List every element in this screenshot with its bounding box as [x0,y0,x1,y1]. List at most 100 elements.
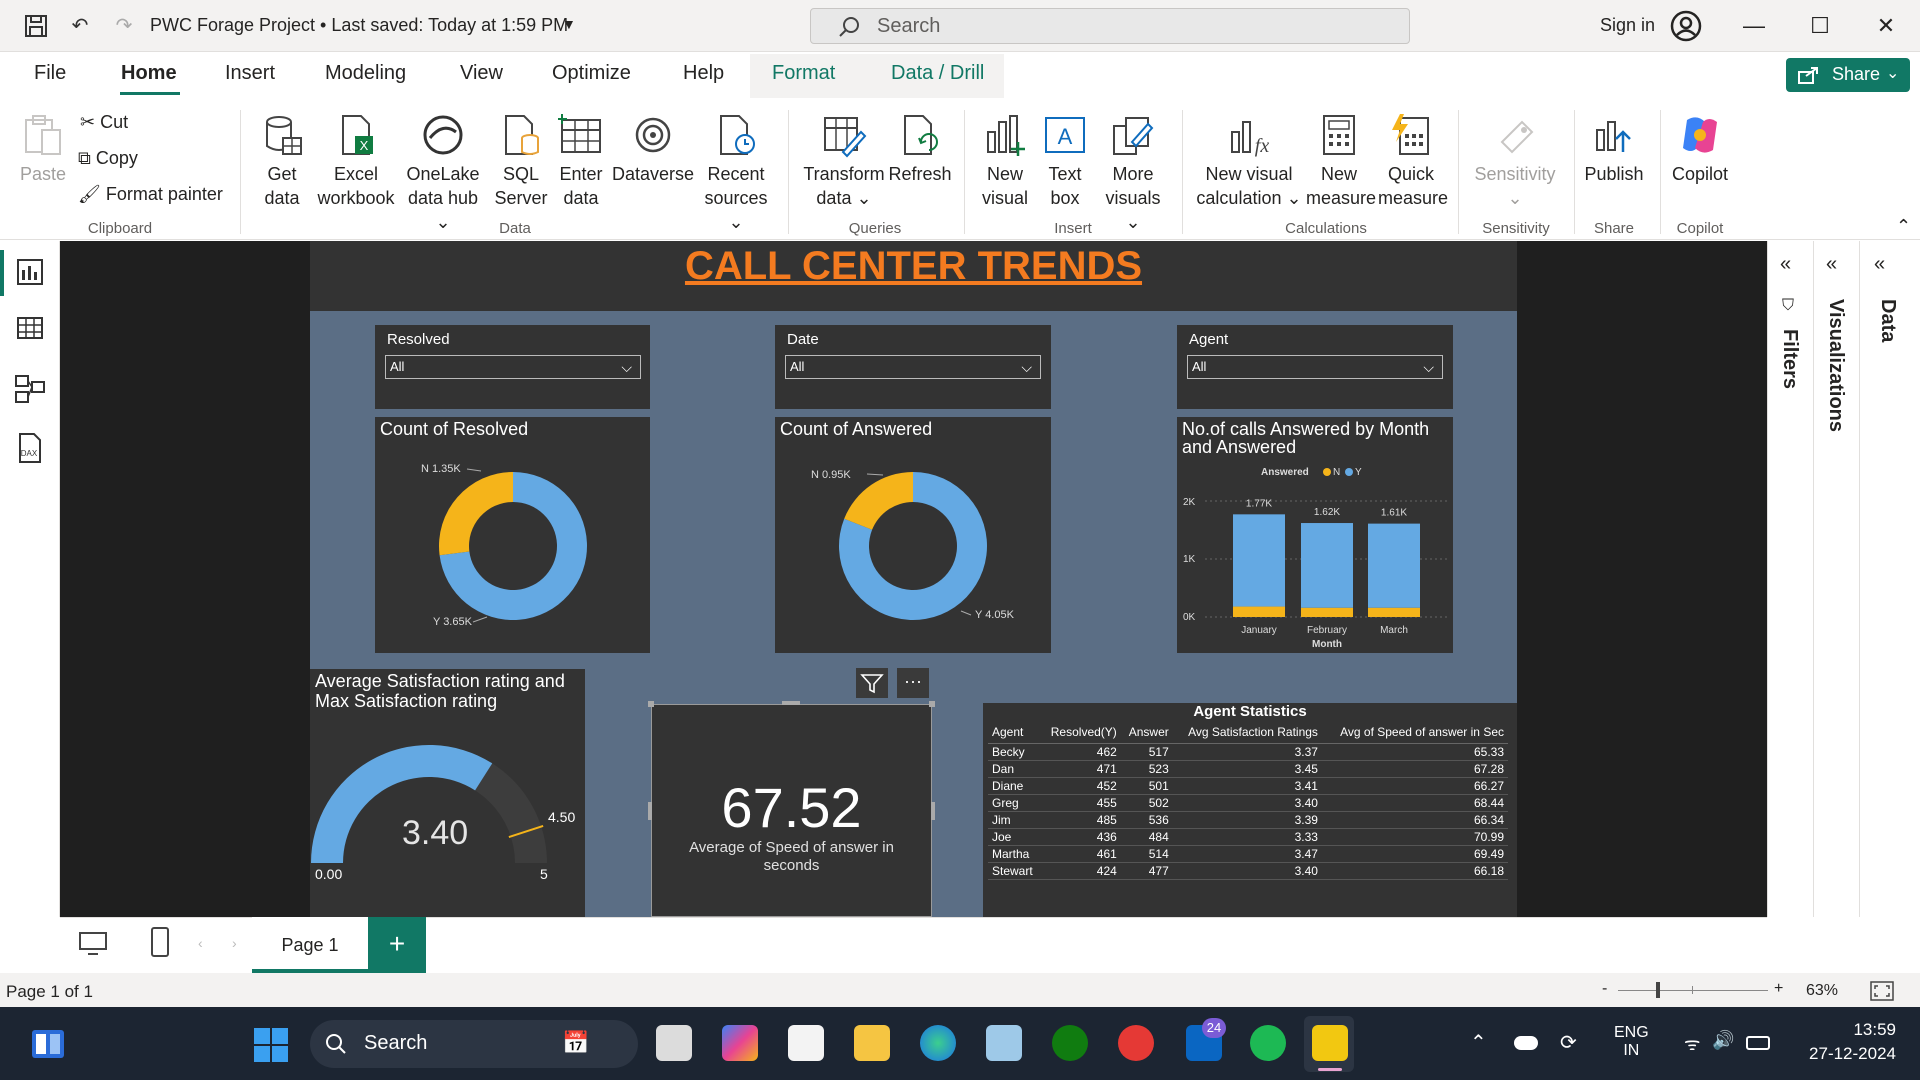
close-button[interactable]: ✕ [1866,10,1906,42]
report-view-icon[interactable] [14,256,46,288]
title-dropdown-icon[interactable]: ▼ [562,16,576,32]
volume-icon[interactable]: 🔊 [1712,1030,1734,1051]
menu-modeling[interactable]: Modeling [325,62,406,85]
task-view-icon[interactable] [656,1025,692,1061]
resize-handle[interactable] [931,802,935,820]
menu-format[interactable]: Format [772,62,835,85]
excel-workbook-button[interactable]: X Excel workbook [316,112,396,210]
zoom-out-button[interactable]: - [1602,980,1607,998]
slicer-dropdown[interactable]: All ⌵ [1187,355,1443,379]
power-bi-icon[interactable] [1312,1025,1348,1061]
zoom-slider-track[interactable] [1618,990,1768,991]
column-header[interactable]: Answer [1120,721,1173,744]
expand-filters-icon[interactable]: « [1780,253,1791,276]
table-view-icon[interactable] [14,312,46,344]
clock[interactable]: 13:59 27-12-2024 [1796,1020,1896,1064]
resize-handle[interactable] [929,701,935,707]
menu-file[interactable]: File [34,62,66,85]
next-page-icon[interactable]: › [232,935,237,951]
cut-button[interactable]: ✂ Cut [80,112,128,133]
zoom-level[interactable]: 63% [1806,982,1838,1000]
sign-in-link[interactable]: Sign in [1600,15,1655,36]
sync-icon[interactable]: ⟳ [1560,1030,1577,1055]
stacked-bar-chart[interactable]: No.of calls Answered by Month and Answer… [1177,417,1453,653]
bar-y-january[interactable] [1233,514,1285,607]
table-row[interactable]: Diane 452 501 3.41 66.27 [988,777,1508,795]
onelake-button[interactable]: OneLake data hub ⌄ [400,112,486,234]
table-row[interactable]: Greg 455 502 3.40 68.44 [988,794,1508,812]
agent-statistics-table[interactable]: Agent Statistics Agent Resolved(Y) Answe… [983,703,1517,917]
new-visual-button[interactable]: New visual [978,112,1032,210]
bar-n-march[interactable] [1368,607,1420,617]
transform-data-button[interactable]: Transform data ⌄ [800,112,888,210]
collapse-ribbon-icon[interactable]: ⌃ [1896,216,1911,237]
gauge-card[interactable]: Average Satisfaction rating and Max Sati… [310,669,585,917]
menu-view[interactable]: View [460,62,503,85]
table-row[interactable]: Dan 471 523 3.45 67.28 [988,760,1508,778]
remote-app-icon[interactable] [986,1025,1022,1061]
slicer-resolved[interactable]: Resolved All ⌵ [375,325,650,409]
table-row[interactable]: Jim 485 536 3.39 66.34 [988,811,1508,829]
menu-optimize[interactable]: Optimize [552,62,631,85]
maximize-button[interactable]: ☐ [1800,10,1840,42]
fit-to-page-icon[interactable] [1870,981,1894,1001]
account-icon[interactable] [1670,10,1702,42]
prev-page-icon[interactable]: ‹ [198,935,203,951]
filter-visual-button[interactable] [856,668,888,698]
expand-data-icon[interactable]: « [1874,253,1885,276]
visualizations-pane-collapsed[interactable]: « Visualizations [1813,241,1859,917]
dataverse-button[interactable]: Dataverse [612,112,694,186]
zoom-slider-thumb[interactable] [1656,982,1660,998]
menu-insert[interactable]: Insert [225,62,275,85]
sensitivity-button[interactable]: Sensitivity ⌄ [1470,112,1560,210]
column-header[interactable]: Resolved(Y) [1040,721,1121,744]
donut-chart-answered[interactable]: Count of Answered N 0.95K Y 4.05K [775,417,1051,653]
save-icon[interactable] [22,12,50,40]
taskbar-search[interactable]: Search 📅 [310,1020,638,1068]
resize-handle[interactable] [782,701,800,705]
filters-pane-collapsed[interactable]: « ⛉ Filters [1767,241,1813,917]
mobile-layout-icon[interactable] [150,926,170,958]
menu-home[interactable]: Home [121,62,177,85]
copy-button[interactable]: ⧉ Copy [78,148,138,169]
search-input[interactable]: Search [810,8,1410,44]
new-measure-button[interactable]: New measure [1306,112,1376,210]
quick-measure-button[interactable]: Quick measure [1378,112,1448,210]
model-view-icon[interactable] [14,372,46,404]
undo-icon[interactable]: ↶ [66,12,94,40]
paste-button[interactable]: Paste [18,112,68,186]
resize-handle[interactable] [648,802,652,820]
copilot-app-icon[interactable] [722,1025,758,1061]
table-row[interactable]: Stewart 424 477 3.40 66.18 [988,862,1508,880]
donut-chart-resolved[interactable]: Count of Resolved N 1.35K Y 3.65K [375,417,650,653]
refresh-button[interactable]: Refresh [888,112,952,186]
table-row[interactable]: Joe 436 484 3.33 70.99 [988,828,1508,846]
desktop-layout-icon[interactable] [78,930,108,958]
menu-help[interactable]: Help [683,62,724,85]
more-visuals-button[interactable]: More visuals ⌄ [1098,112,1168,234]
redo-icon[interactable]: ↷ [110,12,138,40]
file-explorer-icon[interactable] [854,1025,890,1061]
table-row[interactable]: Martha 461 514 3.47 69.49 [988,845,1508,863]
text-box-button[interactable]: A Text box [1038,112,1092,210]
battery-icon[interactable] [1746,1036,1770,1050]
table-row[interactable]: Becky 462 517 3.37 65.33 [988,743,1508,761]
edge-browser-icon[interactable] [920,1025,956,1061]
data-pane-collapsed[interactable]: « Data [1859,241,1920,917]
bar-n-february[interactable] [1301,607,1353,617]
dax-query-view-icon[interactable]: DAX [14,432,46,464]
kpi-card[interactable]: 67.52 Average of Speed of answer in seco… [651,704,932,917]
show-hidden-icons[interactable]: ⌃ [1470,1030,1487,1055]
wps-office-icon[interactable] [1118,1025,1154,1061]
sql-server-button[interactable]: SQL Server [494,112,548,210]
column-header[interactable]: Avg of Speed of answer in Sec [1321,721,1508,744]
slicer-dropdown[interactable]: All ⌵ [785,355,1041,379]
menu-data-drill[interactable]: Data / Drill [891,62,984,85]
share-button[interactable]: Share ⌄ [1786,58,1910,92]
format-painter-button[interactable]: 🖌 Format painter [78,184,223,205]
column-header[interactable]: Agent [988,721,1041,744]
new-visual-calculation-button[interactable]: fx New visual calculation ⌄ [1196,112,1302,210]
tab-page-1[interactable]: Page 1 [252,917,368,973]
bar-n-january[interactable] [1233,606,1285,617]
bar-y-february[interactable] [1301,523,1353,608]
